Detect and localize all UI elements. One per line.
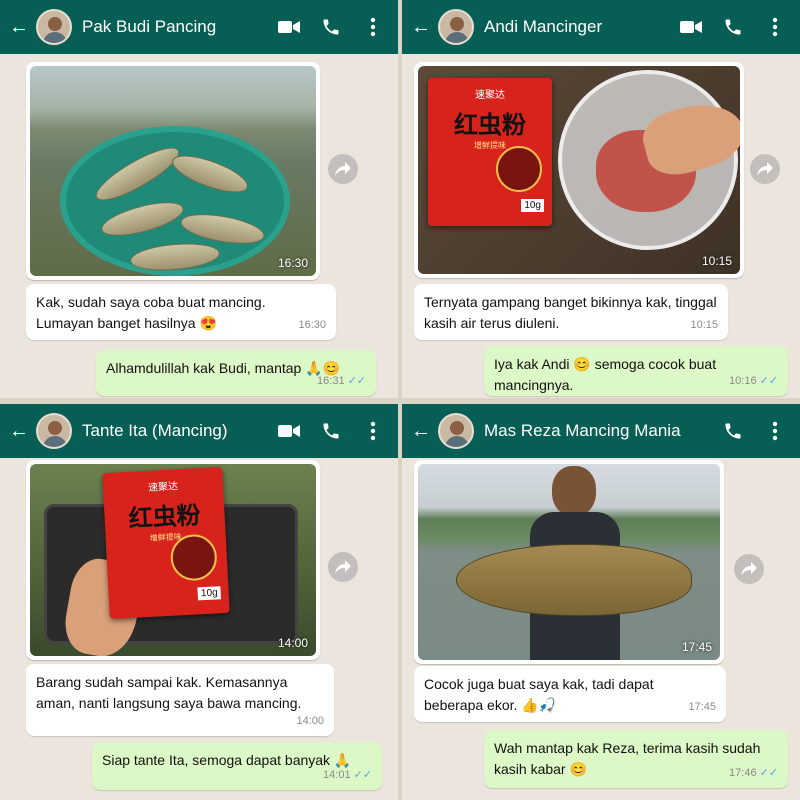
read-ticks-icon: ✓✓: [759, 767, 778, 779]
message-time: 14:01: [323, 769, 351, 781]
incoming-message[interactable]: Ternyata gampang banget bikinnya kak, ti…: [414, 284, 728, 340]
message-text: Barang sudah sampai kak. Kemasannya aman…: [36, 674, 302, 711]
product-package: 速聚达 红虫粉 增鲜提味 10g: [102, 466, 230, 620]
message-text: Cocok juga buat saya kak, tadi dapat beb…: [424, 676, 654, 713]
more-vert-icon[interactable]: [362, 420, 384, 442]
photo-timestamp: 14:00: [277, 636, 308, 650]
chat-header: ← Mas Reza Mancing Mania: [402, 404, 800, 458]
message-text: Alhamdulillah kak Budi, mantap 🙏😊: [106, 360, 341, 376]
product-name: 红虫粉: [454, 110, 526, 139]
read-ticks-icon: ✓✓: [759, 375, 778, 387]
more-vert-icon[interactable]: [362, 16, 384, 38]
photo-timestamp: 17:45: [681, 640, 712, 654]
message-text: Kak, sudah saya coba buat mancing. Lumay…: [36, 294, 266, 331]
phone-icon[interactable]: [722, 420, 744, 442]
incoming-message[interactable]: Kak, sudah saya coba buat mancing. Lumay…: [26, 284, 336, 340]
carp-fish-image: [456, 544, 692, 616]
message-text: Ternyata gampang banget bikinnya kak, ti…: [424, 294, 717, 331]
phone-icon[interactable]: [320, 420, 342, 442]
message-time: 17:46: [729, 767, 757, 779]
product-subtitle: 增鲜提味: [474, 141, 506, 150]
back-arrow-icon[interactable]: ←: [406, 420, 436, 443]
chat-panel-andi: ← Andi Mancinger 速聚达 红虫粉 增鲜提味 10g 10:15 …: [402, 0, 800, 398]
product-brand: 速聚达: [147, 481, 179, 494]
incoming-message[interactable]: Cocok juga buat saya kak, tadi dapat beb…: [414, 666, 726, 722]
incoming-message[interactable]: Barang sudah sampai kak. Kemasannya aman…: [26, 664, 334, 736]
avatar[interactable]: [36, 9, 72, 45]
package-arrival-photo[interactable]: 速聚达 红虫粉 增鲜提味 10g 14:00: [30, 464, 316, 656]
more-vert-icon[interactable]: [764, 420, 786, 442]
product-weight: 10g: [521, 199, 544, 212]
back-arrow-icon[interactable]: ←: [406, 16, 436, 39]
chat-header: ← Andi Mancinger: [402, 0, 800, 54]
read-ticks-icon: ✓✓: [347, 375, 366, 387]
forward-icon[interactable]: [750, 154, 780, 184]
video-call-icon[interactable]: [278, 420, 300, 442]
contact-name[interactable]: Andi Mancinger: [484, 17, 680, 37]
image-message[interactable]: 17:45: [414, 460, 724, 664]
avatar[interactable]: [36, 413, 72, 449]
chat-header: ← Tante Ita (Mancing): [0, 404, 398, 458]
fish-catch-photo[interactable]: 16:30: [30, 66, 316, 276]
chat-panel-mas-reza: ← Mas Reza Mancing Mania 17:45 Cocok jug…: [402, 404, 800, 800]
contact-name[interactable]: Tante Ita (Mancing): [82, 421, 278, 441]
outgoing-message[interactable]: Alhamdulillah kak Budi, mantap 🙏😊 16:31 ✓…: [96, 350, 376, 396]
product-weight: 10g: [197, 586, 222, 601]
phone-icon[interactable]: [722, 16, 744, 38]
product-brand: 速聚达: [475, 90, 505, 101]
message-time: 10:15: [690, 319, 718, 331]
chat-panel-tante-ita: ← Tante Ita (Mancing) 速聚达 红虫粉 增鲜提味 10g 1…: [0, 404, 398, 800]
carp-catch-photo[interactable]: 17:45: [418, 464, 720, 660]
outgoing-message[interactable]: Iya kak Andi 😊 semoga cocok buat mancing…: [484, 346, 788, 396]
message-time: 10:16: [729, 375, 757, 387]
bait-powder-image: [496, 146, 542, 192]
photo-timestamp: 10:15: [701, 254, 732, 268]
message-time: 14:00: [296, 715, 324, 727]
avatar[interactable]: [438, 413, 474, 449]
image-message[interactable]: 速聚达 红虫粉 增鲜提味 10g 14:00: [26, 460, 320, 660]
forward-icon[interactable]: [328, 552, 358, 582]
avatar[interactable]: [438, 9, 474, 45]
message-text: Siap tante Ita, semoga dapat banyak 🙏: [102, 752, 352, 768]
more-vert-icon[interactable]: [764, 16, 786, 38]
message-text: Iya kak Andi 😊 semoga cocok buat mancing…: [494, 356, 717, 393]
chat-header: ← Pak Budi Pancing: [0, 0, 398, 54]
video-call-icon[interactable]: [680, 16, 702, 38]
outgoing-message[interactable]: Siap tante Ita, semoga dapat banyak 🙏 14…: [92, 742, 382, 790]
message-time: 16:31: [317, 375, 345, 387]
phone-icon[interactable]: [320, 16, 342, 38]
contact-name[interactable]: Pak Budi Pancing: [82, 17, 278, 37]
chat-panel-pak-budi: ← Pak Budi Pancing 16:30 Kak, sudah saya…: [0, 0, 398, 398]
outgoing-message[interactable]: Wah mantap kak Reza, terima kasih sudah …: [484, 730, 788, 788]
forward-icon[interactable]: [328, 154, 358, 184]
photo-timestamp: 16:30: [277, 256, 308, 270]
bait-mixing-photo[interactable]: 速聚达 红虫粉 增鲜提味 10g 10:15: [418, 66, 740, 274]
back-arrow-icon[interactable]: ←: [4, 420, 34, 443]
image-message[interactable]: 16:30: [26, 62, 320, 280]
message-time: 16:30: [298, 319, 326, 331]
contact-name[interactable]: Mas Reza Mancing Mania: [484, 421, 722, 441]
forward-icon[interactable]: [734, 554, 764, 584]
video-call-icon[interactable]: [278, 16, 300, 38]
message-time: 17:45: [688, 701, 716, 713]
chat-collage: ← Pak Budi Pancing 16:30 Kak, sudah saya…: [0, 0, 800, 800]
read-ticks-icon: ✓✓: [353, 769, 372, 781]
image-message[interactable]: 速聚达 红虫粉 增鲜提味 10g 10:15: [414, 62, 744, 278]
message-text: Wah mantap kak Reza, terima kasih sudah …: [494, 740, 761, 777]
back-arrow-icon[interactable]: ←: [4, 16, 34, 39]
product-package: 速聚达 红虫粉 增鲜提味 10g: [428, 78, 552, 226]
